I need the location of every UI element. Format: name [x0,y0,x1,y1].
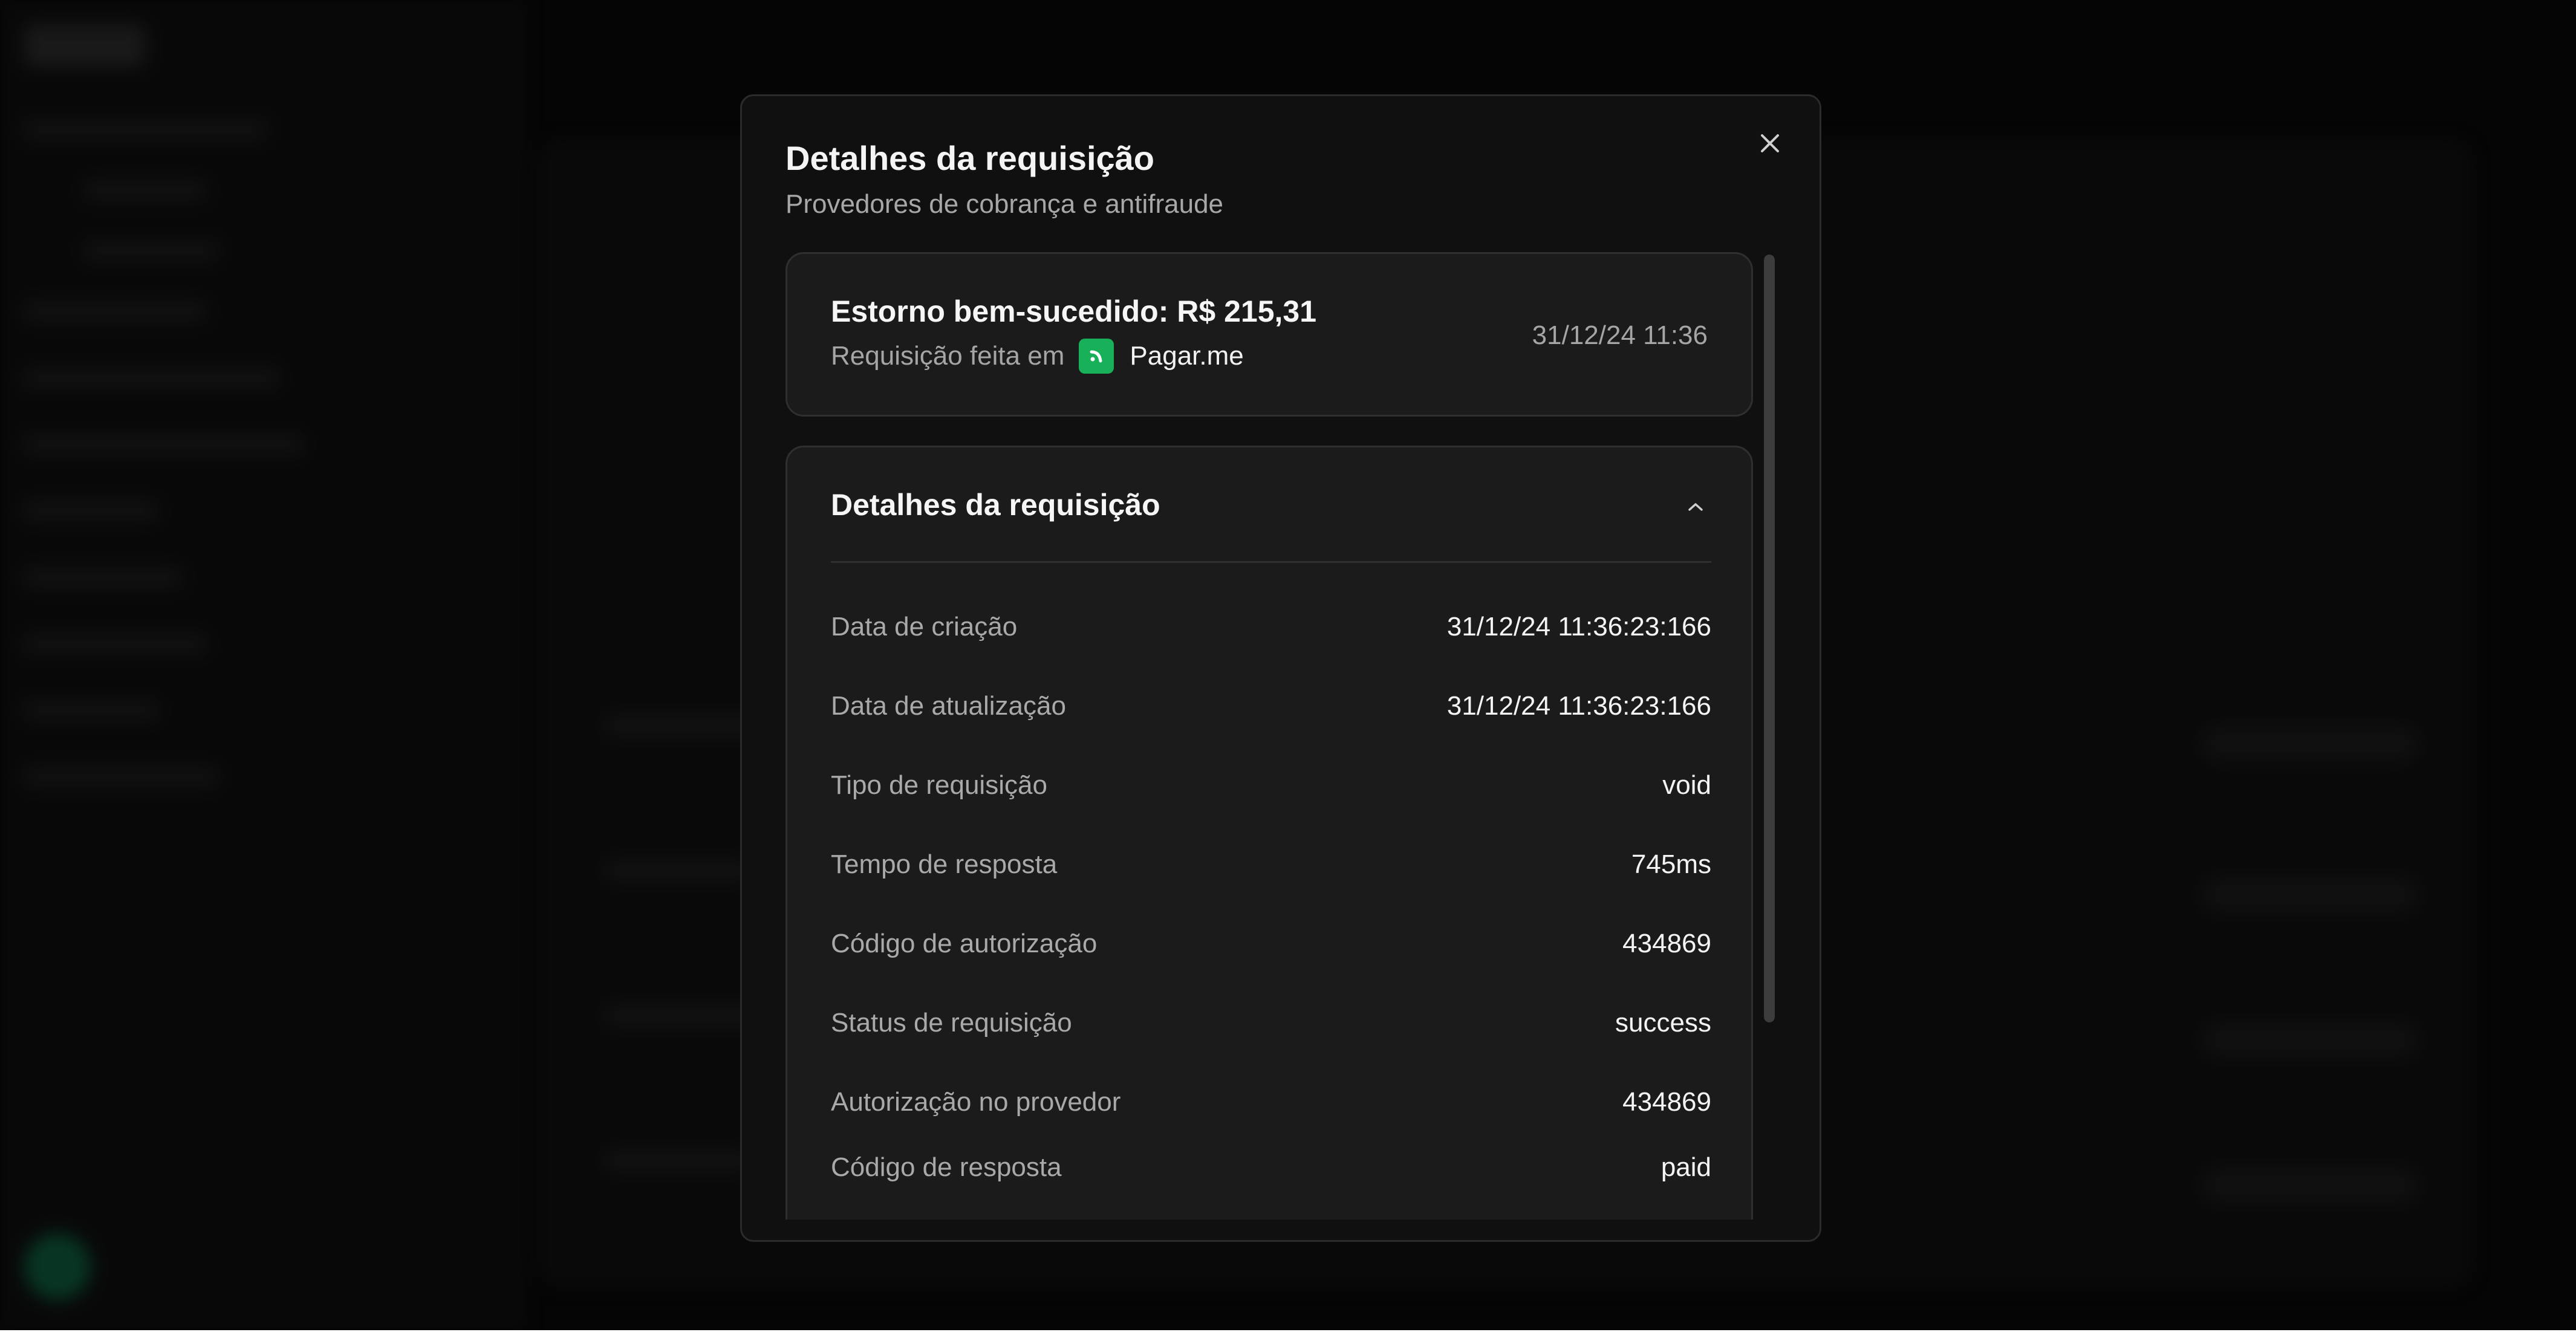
detail-label: Tipo de requisição [831,770,1047,800]
detail-value: void [1662,770,1711,800]
detail-row: Data de criação 31/12/24 11:36:23:166 [831,612,1711,642]
background-nav-item [24,369,278,387]
detail-row: Status de requisição success [831,1008,1711,1038]
background-row [605,1149,750,1173]
detail-row: Autorização no provedor 434869 [831,1087,1711,1117]
detail-value: 434869 [1622,1087,1711,1117]
detail-row: Tipo de requisição void [831,770,1711,801]
background-row [605,713,762,738]
modal-title: Detalhes da requisição [785,139,1155,177]
detail-label: Data de criação [831,612,1018,642]
background-nav-item [24,302,206,320]
summary-title: Estorno bem-sucedido: R$ 215,31 [831,294,1317,328]
summary-card: Estorno bem-sucedido: R$ 215,31 Requisiç… [785,252,1753,417]
collapse-details-button[interactable] [1683,496,1708,520]
details-title: Detalhes da requisição [831,488,1160,522]
detail-row: Código de autorização 434869 [831,929,1711,959]
summary-prefix: Requisição feita em [831,341,1065,371]
detail-label: Status de requisição [831,1008,1072,1038]
details-card: Detalhes da requisição Data de criação 3… [785,446,1753,1220]
background-nav-item [24,121,266,139]
detail-label: Data de atualização [831,691,1066,721]
detail-label: Código de resposta [831,1152,1062,1182]
background-nav-item [24,568,181,586]
detail-value: 745ms [1631,849,1711,879]
detail-label: Autorização no provedor [831,1087,1121,1117]
pagarme-logo-icon [1079,339,1114,374]
background-avatar [24,1233,91,1300]
background-nav-item [24,635,206,653]
detail-value: 31/12/24 11:36:23:166 [1446,691,1711,721]
background-row [605,859,750,883]
detail-value: 434869 [1622,929,1711,958]
background-nav-item [24,768,218,786]
background-nav-item [85,242,218,260]
detail-row: Data de atualização 31/12/24 11:36:23:16… [831,691,1711,721]
detail-row: Código de resposta paid [831,1152,1711,1183]
bottom-strip [0,1330,2576,1335]
background-nav-item [24,435,302,453]
close-button[interactable] [1752,126,1788,163]
background-sidebar [0,0,526,1330]
background-pill [2201,726,2419,762]
scrollbar-thumb[interactable] [1764,255,1775,1022]
background-pill [2201,877,2419,913]
detail-label: Código de autorização [831,929,1098,958]
background-nav-item [24,701,157,719]
modal-scroll-area[interactable]: Estorno bem-sucedido: R$ 215,31 Requisiç… [785,252,1753,1220]
summary-timestamp: 31/12/24 11:36 [1532,320,1708,350]
request-details-modal: Detalhes da requisição Provedores de cob… [740,94,1821,1242]
background-logo [24,24,145,67]
close-icon [1760,133,1780,157]
chevron-up-icon [1686,501,1705,516]
detail-value: 31/12/24 11:36:23:166 [1446,612,1711,642]
summary-provider-line: Requisição feita em Pagar.me [831,339,1244,374]
background-row [605,1004,762,1028]
background-pill [2201,1022,2419,1058]
details-divider [831,561,1711,563]
screen: Detalhes da requisição Provedores de cob… [0,0,2576,1335]
background-pill [2201,1167,2419,1203]
background-nav-item [24,502,157,520]
modal-subtitle: Provedores de cobrança e antifraude [785,189,1224,219]
detail-label: Tempo de resposta [831,849,1058,879]
background-nav-item [85,181,206,200]
provider-name: Pagar.me [1130,341,1244,371]
detail-value: success [1615,1008,1711,1038]
detail-row: Tempo de resposta 745ms [831,849,1711,880]
detail-value: paid [1660,1152,1711,1182]
